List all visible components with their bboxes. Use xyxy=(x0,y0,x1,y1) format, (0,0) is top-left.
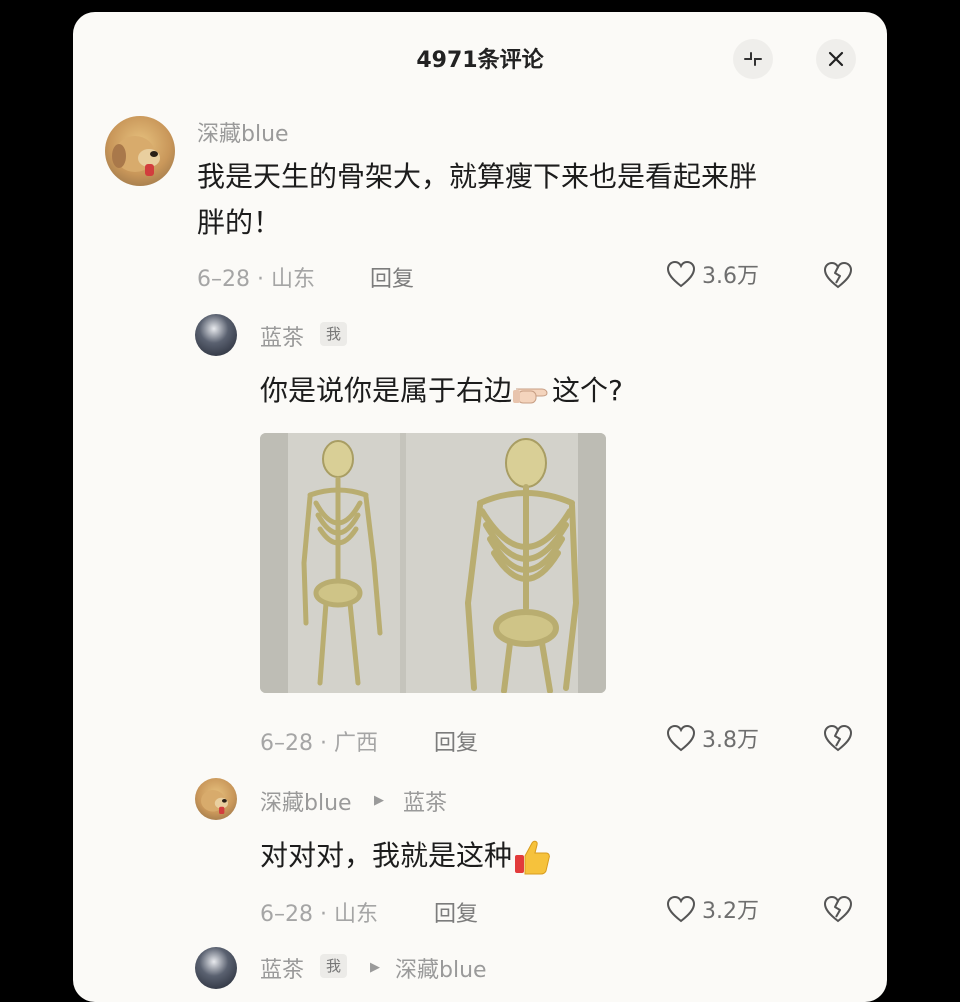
dislike-button[interactable] xyxy=(823,261,853,293)
comment-meta: 6–28 · 广西 xyxy=(260,731,378,756)
author-tag: 我 xyxy=(320,954,348,978)
comment-username[interactable]: 深藏blue xyxy=(197,116,289,148)
collapse-button[interactable] xyxy=(733,39,773,79)
comment-text-line: 我是天生的骨架大，就算瘦下来也是看起来胖 xyxy=(197,160,758,193)
broken-heart-icon xyxy=(823,895,853,923)
comments-sheet: 4971条评论 深藏blue 我是天生的骨架大，就算瘦下来也是看起来胖 胖的！ … xyxy=(73,12,887,1002)
comment-username[interactable]: 蓝茶 xyxy=(260,320,304,352)
heart-icon xyxy=(666,260,696,288)
avatar[interactable] xyxy=(105,116,175,186)
skeletons-image xyxy=(260,433,606,693)
comment-meta: 6–28 · 山东 xyxy=(197,267,315,292)
like-count: 3.2万 xyxy=(702,899,759,924)
avatar[interactable] xyxy=(195,314,237,356)
heart-icon xyxy=(666,895,696,923)
reply-to-username[interactable]: 深藏blue xyxy=(395,952,487,984)
comment-username[interactable]: 蓝茶 xyxy=(260,952,304,984)
reply-arrow-icon: ▶ xyxy=(374,793,384,808)
pointing-right-emoji xyxy=(513,388,548,404)
author-tag: 我 xyxy=(320,322,348,346)
comment-text-part: 你是说你是属于右边 xyxy=(260,374,513,407)
comment-username[interactable]: 深藏blue xyxy=(260,785,352,817)
reply-button[interactable]: 回复 xyxy=(434,896,478,928)
like-count: 3.8万 xyxy=(702,728,759,753)
reply-button[interactable]: 回复 xyxy=(434,725,478,757)
broken-heart-icon xyxy=(823,261,853,289)
dog-avatar-icon xyxy=(112,136,160,176)
like-button[interactable]: 3.6万 xyxy=(666,258,759,290)
comment-text: 我是天生的骨架大，就算瘦下来也是看起来胖 胖的！ xyxy=(197,154,857,246)
broken-heart-icon xyxy=(823,724,853,752)
comment-text-part: 对对对，我就是这种 xyxy=(260,839,513,872)
reply-to-username[interactable]: 蓝茶 xyxy=(403,785,447,817)
like-button[interactable]: 3.8万 xyxy=(666,722,759,754)
comment-text-line: 胖的！ xyxy=(197,206,282,239)
dog-avatar-icon xyxy=(201,790,228,814)
avatar[interactable] xyxy=(195,778,237,820)
comment-meta: 6–28 · 山东 xyxy=(260,902,378,927)
thumbs-up-emoji xyxy=(515,840,550,875)
like-count: 3.6万 xyxy=(702,264,759,289)
like-button[interactable]: 3.2万 xyxy=(666,893,759,925)
comment-text-part: 这个? xyxy=(552,374,623,407)
close-icon xyxy=(828,51,844,67)
dislike-button[interactable] xyxy=(823,895,853,927)
comment-image-skeletons[interactable] xyxy=(260,433,606,693)
dislike-button[interactable] xyxy=(823,724,853,756)
avatar[interactable] xyxy=(195,947,237,989)
comment-text: 对对对，我就是这种 xyxy=(260,833,552,879)
heart-icon xyxy=(666,724,696,752)
collapse-icon xyxy=(744,52,762,66)
close-button[interactable] xyxy=(816,39,856,79)
comment-text: 你是说你是属于右边 这个? xyxy=(260,368,623,414)
reply-button[interactable]: 回复 xyxy=(370,261,414,293)
